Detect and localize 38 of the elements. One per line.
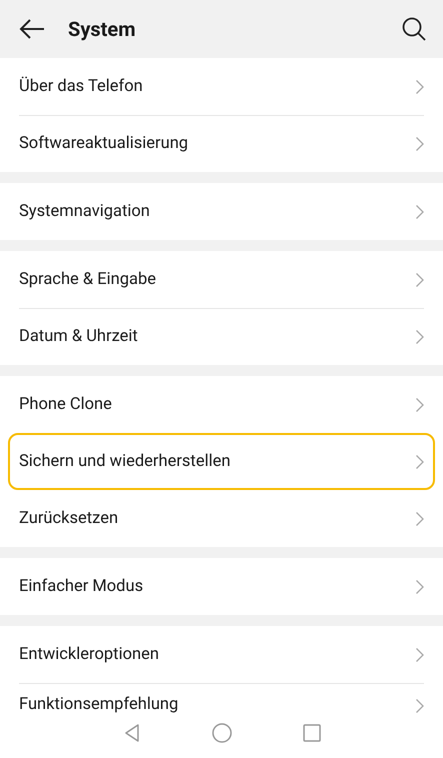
chevron-icon <box>415 204 425 220</box>
item-label: Einfacher Modus <box>19 577 144 596</box>
settings-item[interactable]: Über das Telefon <box>0 58 443 115</box>
chevron-icon <box>415 78 425 94</box>
chevron-icon <box>415 578 425 594</box>
chevron-icon <box>415 272 425 288</box>
settings-item[interactable]: Zurücksetzen <box>0 490 443 547</box>
home-circle-icon[interactable] <box>210 722 232 744</box>
settings-item[interactable]: Einfacher Modus <box>0 558 443 615</box>
chevron-icon <box>415 510 425 526</box>
chevron-icon <box>415 454 425 470</box>
chevron-icon <box>415 328 425 344</box>
item-label: Zurücksetzen <box>19 509 120 528</box>
settings-item[interactable]: Datum & Uhrzeit <box>0 308 443 365</box>
item-label: Phone Clone <box>19 395 113 414</box>
settings-item[interactable]: Systemnavigation <box>0 183 443 240</box>
item-label: Datum & Uhrzeit <box>19 327 139 346</box>
back-icon[interactable] <box>18 18 46 40</box>
item-label: Sichern und wiederherstellen <box>19 452 232 471</box>
settings-item[interactable]: Softwareaktualisierung <box>0 115 443 172</box>
page-title: System <box>68 17 137 41</box>
settings-item[interactable]: Phone Clone <box>0 376 443 433</box>
item-label: Entwickleroptionen <box>19 645 160 664</box>
settings-item[interactable]: Funktionsempfehlung <box>0 683 443 716</box>
chevron-icon <box>415 698 425 714</box>
item-label: Sprache & Eingabe <box>19 270 157 289</box>
settings-item[interactable]: Entwickleroptionen <box>0 626 443 683</box>
recents-square-icon[interactable] <box>300 722 322 744</box>
chevron-icon <box>415 136 425 152</box>
search-icon[interactable] <box>401 16 427 42</box>
chevron-icon <box>415 646 425 662</box>
item-label: Systemnavigation <box>19 202 151 221</box>
settings-item[interactable]: Sprache & Eingabe <box>0 251 443 308</box>
chevron-icon <box>415 396 425 412</box>
item-label: Softwareaktualisierung <box>19 134 190 153</box>
settings-item[interactable]: Sichern und wiederherstellen <box>8 433 435 490</box>
item-label: Über das Telefon <box>19 77 144 96</box>
item-label: Funktionsempfehlung <box>19 695 180 714</box>
